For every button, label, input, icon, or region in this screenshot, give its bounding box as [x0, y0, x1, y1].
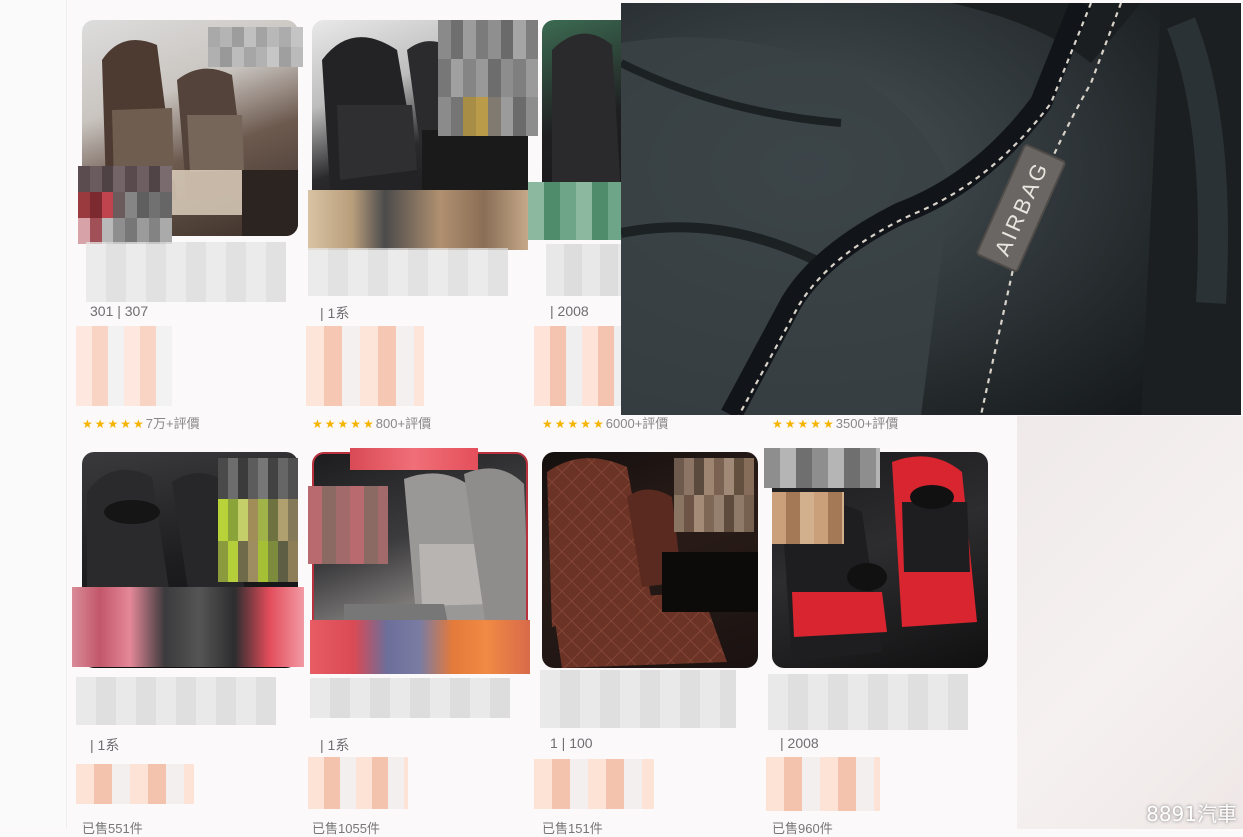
- sold-count: 已售960件: [772, 821, 833, 836]
- rating-count: 3500+評價: [835, 416, 899, 431]
- blurred-title: [768, 674, 968, 730]
- blurred-price: [76, 326, 172, 406]
- product-subtitle: | 1系: [90, 737, 120, 753]
- blurred-banner: [308, 190, 528, 250]
- product-card-1[interactable]: 301 | 307 ★★★★★7万+評價: [76, 20, 312, 440]
- product-subtitle: | 2008: [550, 303, 589, 319]
- blurred-price: [534, 326, 622, 406]
- blurred-title: [76, 677, 276, 725]
- rating-row: ★★★★★7万+評價: [82, 413, 200, 432]
- sold-count: 已售551件: [82, 821, 143, 836]
- sold-count: 已售1055件: [312, 821, 380, 836]
- sold-count: 已售151件: [542, 821, 603, 836]
- rating-count: 800+評價: [375, 416, 432, 431]
- star-rating-icons: ★★★★★: [82, 417, 146, 431]
- blurred-title: [540, 670, 736, 728]
- rating-row: ★★★★★3500+評價: [772, 413, 898, 432]
- airbag-seat-closeup: AIRBAG: [621, 3, 1241, 415]
- blurred-logo: [218, 458, 298, 582]
- star-rating-icons: ★★★★★: [312, 417, 376, 431]
- blurred-banner: [310, 620, 530, 674]
- blurred-title: [308, 248, 508, 296]
- star-rating-icons: ★★★★★: [542, 417, 606, 431]
- blurred-promo-banner: [72, 587, 304, 667]
- blurred-title: [546, 244, 622, 296]
- airbag-closeup-image: AIRBAG: [621, 3, 1241, 415]
- product-subtitle: 301 | 307: [90, 303, 149, 319]
- blurred-badge: [528, 182, 624, 240]
- blurred-price: [534, 759, 654, 809]
- blurred-logo: [208, 27, 303, 67]
- product-card-7[interactable]: 1 | 100 已售151件: [534, 452, 772, 836]
- star-rating-icons: ★★★★★: [772, 417, 836, 431]
- rating-row: ★★★★★6000+評價: [542, 413, 668, 432]
- product-card-5[interactable]: | 1系 已售551件: [72, 452, 312, 836]
- blurred-top-strip: [350, 448, 478, 470]
- blurred-title: [310, 678, 510, 718]
- right-blank-panel: [1017, 416, 1243, 829]
- product-subtitle: 1 | 100: [550, 735, 593, 751]
- rating-count: 6000+評價: [605, 416, 669, 431]
- blurred-price: [308, 757, 408, 809]
- product-subtitle: | 2008: [780, 735, 819, 751]
- blurred-logo: [674, 458, 754, 532]
- rating-count: 7万+評價: [145, 416, 200, 431]
- blurred-badge: [78, 166, 172, 244]
- product-card-8[interactable]: | 2008 已售960件: [764, 448, 1002, 836]
- site-watermark: 8891汽車: [1146, 802, 1237, 826]
- left-rail: [0, 0, 67, 829]
- blurred-price: [766, 757, 880, 811]
- blurred-logo: [764, 448, 880, 488]
- blurred-title: [86, 242, 286, 302]
- product-card-6[interactable]: | 1系 已售1055件: [308, 448, 542, 836]
- rating-row: ★★★★★800+評價: [312, 413, 431, 432]
- product-subtitle: | 1系: [320, 305, 350, 321]
- blurred-logo: [438, 20, 538, 136]
- blurred-price: [76, 764, 194, 804]
- blurred-price: [306, 326, 424, 406]
- blurred-badge: [772, 492, 844, 544]
- product-subtitle: | 1系: [320, 737, 350, 753]
- product-card-2[interactable]: | 1系 ★★★★★800+評價: [306, 20, 542, 440]
- blurred-badge: [308, 486, 388, 564]
